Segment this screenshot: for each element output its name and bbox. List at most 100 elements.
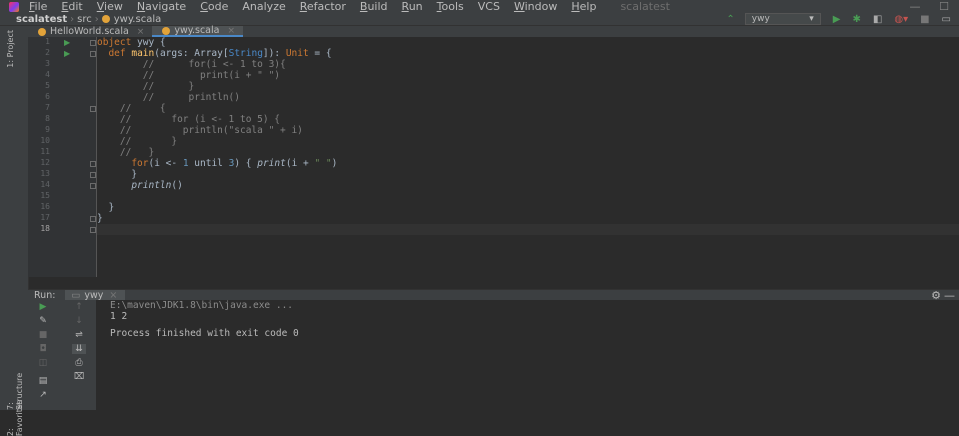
fold-marker-icon[interactable] <box>90 183 96 189</box>
code-text: (i <- <box>148 158 183 169</box>
function-name: main <box>125 48 155 59</box>
camera-icon[interactable]: ◘ <box>36 344 50 354</box>
build-hammer-icon[interactable]: ⌃ <box>726 14 734 25</box>
coverage-icon[interactable]: ◧ <box>873 14 882 25</box>
minimize-icon[interactable]: — <box>900 0 930 13</box>
breadcrumb-folder[interactable]: src <box>77 14 92 25</box>
menu-tools[interactable]: Tools <box>437 0 464 13</box>
menu-edit[interactable]: Edit <box>61 0 82 13</box>
exit-icon[interactable]: ◫ <box>36 358 50 368</box>
fold-marker-icon[interactable] <box>90 40 96 46</box>
code-line: } <box>97 213 103 224</box>
menu-run[interactable]: Run <box>402 0 423 13</box>
chevron-right-icon: › <box>70 13 75 25</box>
line-number: 6 <box>45 92 50 101</box>
editor-gutter[interactable]: 1 2 3 4 5 6 7 8 9 10 11 12 13 14 15 16 1… <box>28 37 97 277</box>
layout-icon[interactable]: ▤ <box>36 376 50 386</box>
menu-analyze[interactable]: Analyze <box>242 0 285 13</box>
code-line-comment: // } <box>97 136 178 147</box>
fold-marker-icon[interactable] <box>90 106 96 112</box>
code-text: (i + <box>285 158 315 169</box>
close-icon[interactable]: × <box>137 27 145 37</box>
code-line: def main(args: Array[String]): Unit = { <box>97 48 959 59</box>
tab-helloworld[interactable]: HelloWorld.scala × <box>28 26 152 37</box>
keyword: def <box>108 48 126 59</box>
run-gutter-icon[interactable]: ▶ <box>64 49 70 58</box>
run-config-selector[interactable]: ywy ▾ <box>744 13 821 25</box>
up-arrow-icon[interactable]: ↑ <box>72 302 86 312</box>
scroll-to-end-icon[interactable]: ⇊ <box>72 344 86 354</box>
menu-refactor[interactable]: Refactor <box>300 0 346 13</box>
menu-file[interactable]: File <box>29 0 47 13</box>
down-arrow-icon[interactable]: ↓ <box>72 316 86 326</box>
fold-marker-icon[interactable] <box>90 172 96 178</box>
breadcrumb-file[interactable]: ywy.scala <box>114 14 162 25</box>
run-config-label: ywy <box>751 14 770 24</box>
menu-vcs[interactable]: VCS <box>478 0 500 13</box>
console-command-line: E:\maven\JDK1.8\bin\java.exe ... <box>110 300 294 311</box>
tab-label: HelloWorld.scala <box>50 26 129 37</box>
console-output-line: 1 2 <box>110 311 128 322</box>
line-number: 9 <box>45 125 50 134</box>
menu-window[interactable]: Window <box>514 0 557 13</box>
keyword: Unit <box>285 48 309 59</box>
line-number: 18 <box>40 224 50 233</box>
fold-marker-icon[interactable] <box>90 161 96 167</box>
search-icon[interactable]: ▭ <box>942 14 951 25</box>
tab-ywy[interactable]: ywy.scala × <box>152 25 244 37</box>
console-output[interactable]: E:\maven\JDK1.8\bin\java.exe ... 1 2 Pro… <box>96 300 959 410</box>
project-tool-button[interactable]: 1: Project <box>6 30 15 68</box>
fold-marker-icon[interactable] <box>90 227 96 233</box>
run-toolbar: ▶ ✎ ■ ◘ ◫ ▤ ↗ ↑ ↓ ⇌ ⇊ ⎙ ⌧ <box>28 300 96 410</box>
console-exit-message: Process finished with exit code 0 <box>110 328 299 339</box>
breadcrumb-project[interactable]: scalatest <box>16 14 67 25</box>
current-line <box>97 224 959 235</box>
code-editor[interactable]: object ywy { def main(args: Array[String… <box>97 37 959 277</box>
menu-bar: File Edit View Navigate Code Analyze Ref… <box>0 0 959 13</box>
line-number: 2 <box>45 48 50 57</box>
pin-icon[interactable]: ↗ <box>36 390 50 400</box>
code-line-comment: // { <box>97 103 166 114</box>
close-icon[interactable]: × <box>227 26 235 36</box>
code-line-comment: // println() <box>97 92 240 103</box>
print-icon[interactable]: ⎙ <box>72 358 86 368</box>
stop-icon[interactable]: ■ <box>920 14 929 25</box>
debug-icon[interactable]: ✱ <box>853 14 861 25</box>
maximize-icon[interactable]: ☐ <box>929 0 959 13</box>
intellij-logo-icon <box>9 1 19 12</box>
code-text: ) <box>331 158 338 169</box>
code-line: } <box>97 169 138 180</box>
fold-marker-icon[interactable] <box>90 51 96 57</box>
stop-icon[interactable]: ■ <box>36 330 50 340</box>
code-text: ywy { <box>131 37 166 48</box>
menu-navigate[interactable]: Navigate <box>137 0 186 13</box>
code-line: for(i <- 1 until 3) { print(i + " ") <box>97 158 959 169</box>
favorites-tool-button[interactable]: 2: Favorites <box>6 400 24 436</box>
rerun-icon[interactable]: ▶ <box>36 302 50 312</box>
window-title: scalatest <box>620 0 670 13</box>
code-text: = { <box>308 48 332 59</box>
menu-view[interactable]: View <box>97 0 123 13</box>
code-text: () <box>171 180 183 191</box>
soft-wrap-icon[interactable]: ⇌ <box>72 330 86 340</box>
wrench-icon[interactable]: ✎ <box>36 316 50 326</box>
run-gutter-icon[interactable]: ▶ <box>64 38 70 47</box>
menu-build[interactable]: Build <box>360 0 388 13</box>
scala-file-icon <box>101 15 110 23</box>
menu-code[interactable]: Code <box>200 0 228 13</box>
profile-icon[interactable]: ◍▾ <box>894 14 908 25</box>
code-line-comment: // } <box>97 81 195 92</box>
chevron-right-icon: › <box>94 13 99 25</box>
code-text: until <box>188 158 229 169</box>
run-icon[interactable]: ▶ <box>833 14 841 25</box>
toolbar: ⌃ ywy ▾ ▶ ✱ ◧ ◍▾ ■ ▭ <box>714 13 959 25</box>
line-number: 16 <box>40 202 50 211</box>
fold-marker-icon[interactable] <box>90 216 96 222</box>
menu-help[interactable]: Help <box>571 0 596 13</box>
function-call: print <box>257 158 286 169</box>
trash-icon[interactable]: ⌧ <box>72 372 86 382</box>
